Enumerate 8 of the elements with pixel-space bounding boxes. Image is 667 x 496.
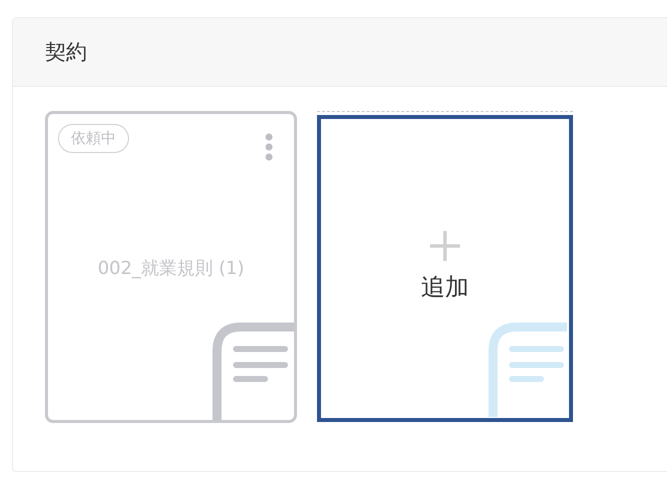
status-badge: 依頼中 <box>58 124 129 153</box>
plus-icon <box>428 229 462 263</box>
more-icon[interactable] <box>265 133 273 161</box>
add-button[interactable]: 追加 <box>317 115 573 422</box>
document-icon <box>211 321 294 420</box>
section-title: 契約 <box>45 39 87 66</box>
document-name: 002_就業規則 (1) <box>96 257 246 280</box>
document-icon <box>487 321 567 417</box>
